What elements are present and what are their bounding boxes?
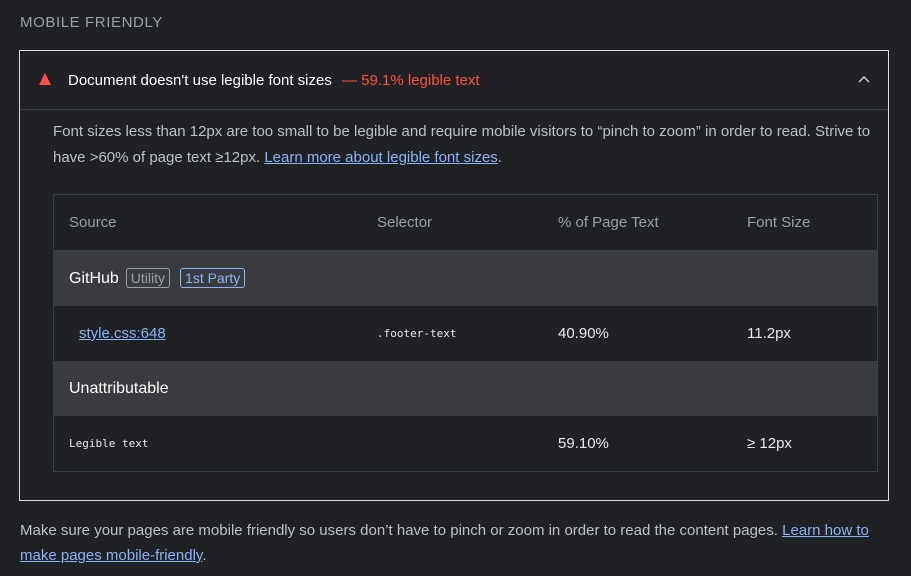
utility-badge: Utility <box>125 267 171 288</box>
column-header-source: Source <box>69 214 117 231</box>
source-cell: style.css:648 <box>79 306 166 361</box>
footer-end: . <box>202 547 207 564</box>
column-header-selector: Selector <box>377 214 433 231</box>
font-size-cell: 11.2px <box>747 325 791 342</box>
learn-more-link[interactable]: Learn more about legible font sizes <box>264 149 497 166</box>
audit-description: Font sizes less than 12px are too small … <box>53 119 878 171</box>
group-row-github: GitHub Utility 1st Party <box>54 251 877 306</box>
group-name: Unattributable <box>69 380 169 397</box>
percent-cell: 59.10% <box>558 435 609 452</box>
audit-score-text: — 59.1% legible text <box>342 72 480 89</box>
audit-header[interactable]: Document doesn't use legible font sizes … <box>20 51 888 110</box>
description-end: . <box>497 149 502 166</box>
table-row: style.css:648 .footer-text 40.90% 11.2px <box>54 306 877 361</box>
details-table: Source Selector % of Page Text Font Size… <box>53 194 878 472</box>
section-footer: Make sure your pages are mobile friendly… <box>20 518 890 568</box>
source-link[interactable]: style.css:648 <box>79 325 166 342</box>
font-size-cell: ≥ 12px <box>747 435 792 452</box>
fail-triangle-icon <box>39 73 51 85</box>
audit-title: Document doesn't use legible font sizes <box>68 72 332 89</box>
footer-text: Make sure your pages are mobile friendly… <box>20 522 778 539</box>
percent-cell: 40.90% <box>558 325 609 342</box>
table-header-row: Source Selector % of Page Text Font Size <box>54 195 877 251</box>
table-row: Legible text 59.10% ≥ 12px <box>54 416 877 471</box>
group-name: GitHub <box>69 270 119 287</box>
audit-card: Document doesn't use legible font sizes … <box>19 50 889 501</box>
source-cell: Legible text <box>69 437 149 450</box>
column-header-font-size: Font Size <box>747 214 811 231</box>
chevron-up-icon[interactable] <box>856 73 872 85</box>
first-party-badge: 1st Party <box>180 267 246 288</box>
group-row-unattributable: Unattributable <box>54 361 877 416</box>
selector-cell: .footer-text <box>377 327 457 340</box>
group-cell: GitHub Utility 1st Party <box>69 251 246 306</box>
section-title: MOBILE FRIENDLY <box>20 14 163 31</box>
column-header-percent: % of Page Text <box>558 214 659 231</box>
